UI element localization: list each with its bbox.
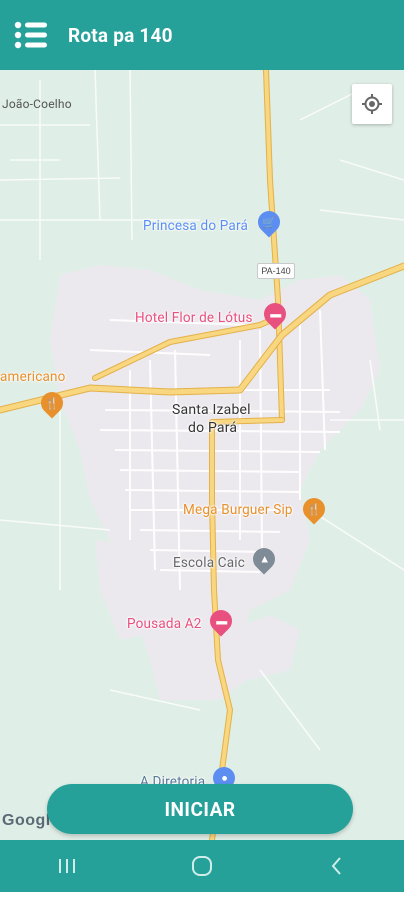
- map-label-city: Santa Izabel: [172, 402, 251, 418]
- map-label-mega: Mega Burguer Sip: [183, 502, 293, 518]
- map-label-escola: Escola Caic: [173, 555, 246, 571]
- map-label-americano: americano: [0, 369, 66, 385]
- back-chevron-icon: [331, 857, 341, 875]
- map-base: [0, 70, 404, 840]
- map-label-princesa: Princesa do Pará: [143, 218, 249, 234]
- home-circle-icon: [191, 856, 212, 876]
- my-location-button[interactable]: [352, 84, 392, 124]
- start-button[interactable]: INICIAR: [47, 784, 353, 834]
- menu-button[interactable]: [3, 0, 59, 70]
- menu-list-icon: [14, 21, 47, 49]
- map-label-joao-coelho: João-Coelho: [2, 97, 72, 111]
- system-nav-bar: [0, 840, 404, 892]
- bottom-strip: [0, 892, 404, 900]
- home-button[interactable]: [172, 846, 232, 886]
- map-view[interactable]: João-Coelho Princesa do Pará 🛒 PA-140 Ho…: [0, 70, 404, 840]
- map-label-city-line2: do Pará: [188, 420, 238, 436]
- page-title: Rota pa 140: [68, 23, 173, 47]
- recent-apps-icon: [59, 859, 76, 873]
- map-label-pousada: Pousada A2: [127, 616, 202, 632]
- back-button[interactable]: [307, 846, 367, 886]
- map-label-hotel: Hotel Flor de Lótus: [135, 310, 253, 326]
- my-location-icon: [362, 94, 382, 114]
- road-shield-pa140: PA-140: [257, 263, 295, 279]
- app-bar: Rota pa 140: [0, 0, 404, 70]
- recent-apps-button[interactable]: [37, 846, 97, 886]
